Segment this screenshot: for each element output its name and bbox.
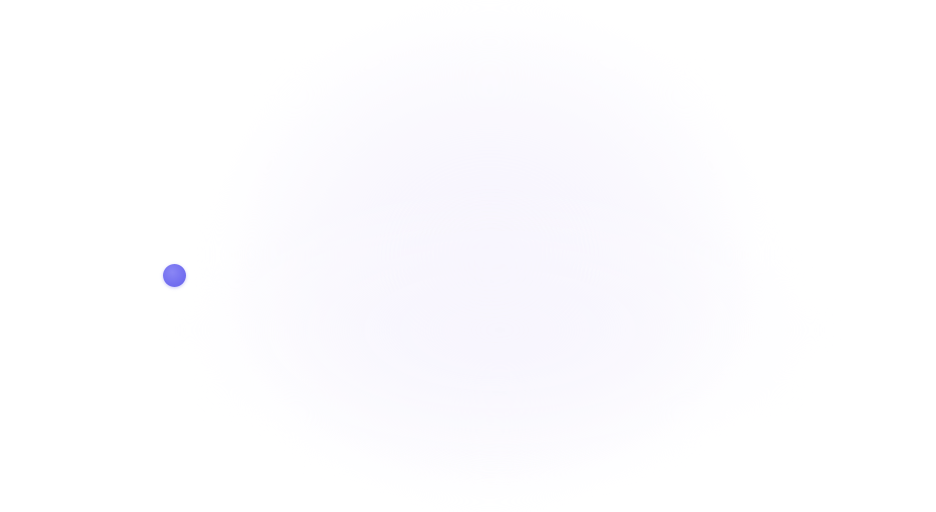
background-glow-lower [200, 200, 800, 460]
dot-indicator-icon [163, 264, 186, 287]
screen [0, 0, 936, 512]
